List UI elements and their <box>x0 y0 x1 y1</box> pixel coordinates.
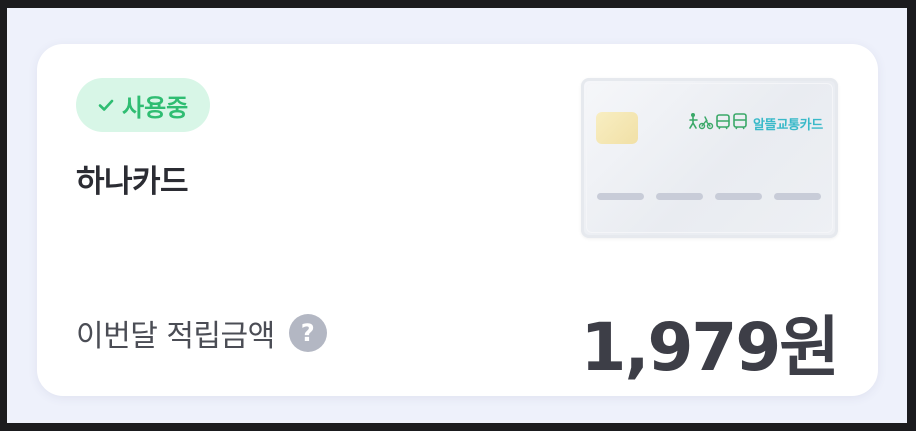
status-badge-label: 사용중 <box>122 93 189 122</box>
status-badge: 사용중 <box>76 78 211 132</box>
screen: 사용중 하나카드 알뜰교통카드 이번달 적립금액 ? 1,979원 <box>7 8 907 423</box>
card-name: 하나카드 <box>76 164 189 200</box>
device-frame: 사용중 하나카드 알뜰교통카드 이번달 적립금액 ? 1,979원 <box>0 0 916 431</box>
card-image-border <box>586 83 833 233</box>
card-logo-text: 알뜰교통카드 <box>753 117 823 133</box>
check-icon <box>96 95 116 115</box>
card-stripe <box>715 193 762 200</box>
card-stripe <box>656 193 703 200</box>
card-stripes <box>597 193 821 200</box>
card-stripe <box>597 193 644 200</box>
accrual-label-row: 이번달 적립금액 ? <box>76 311 327 355</box>
card-chip-icon <box>596 112 638 144</box>
card-image[interactable]: 알뜰교통카드 <box>581 78 838 238</box>
question-icon[interactable]: ? <box>288 314 327 352</box>
accrual-amount: 1,979원 <box>580 309 840 386</box>
card-logo: 알뜰교통카드 <box>689 112 823 134</box>
card-summary-panel[interactable]: 사용중 하나카드 알뜰교통카드 이번달 적립금액 ? 1,979원 <box>37 44 878 396</box>
accrual-label: 이번달 적립금액 <box>76 319 275 354</box>
card-stripe <box>774 193 821 200</box>
transport-figures-icon <box>689 112 749 134</box>
